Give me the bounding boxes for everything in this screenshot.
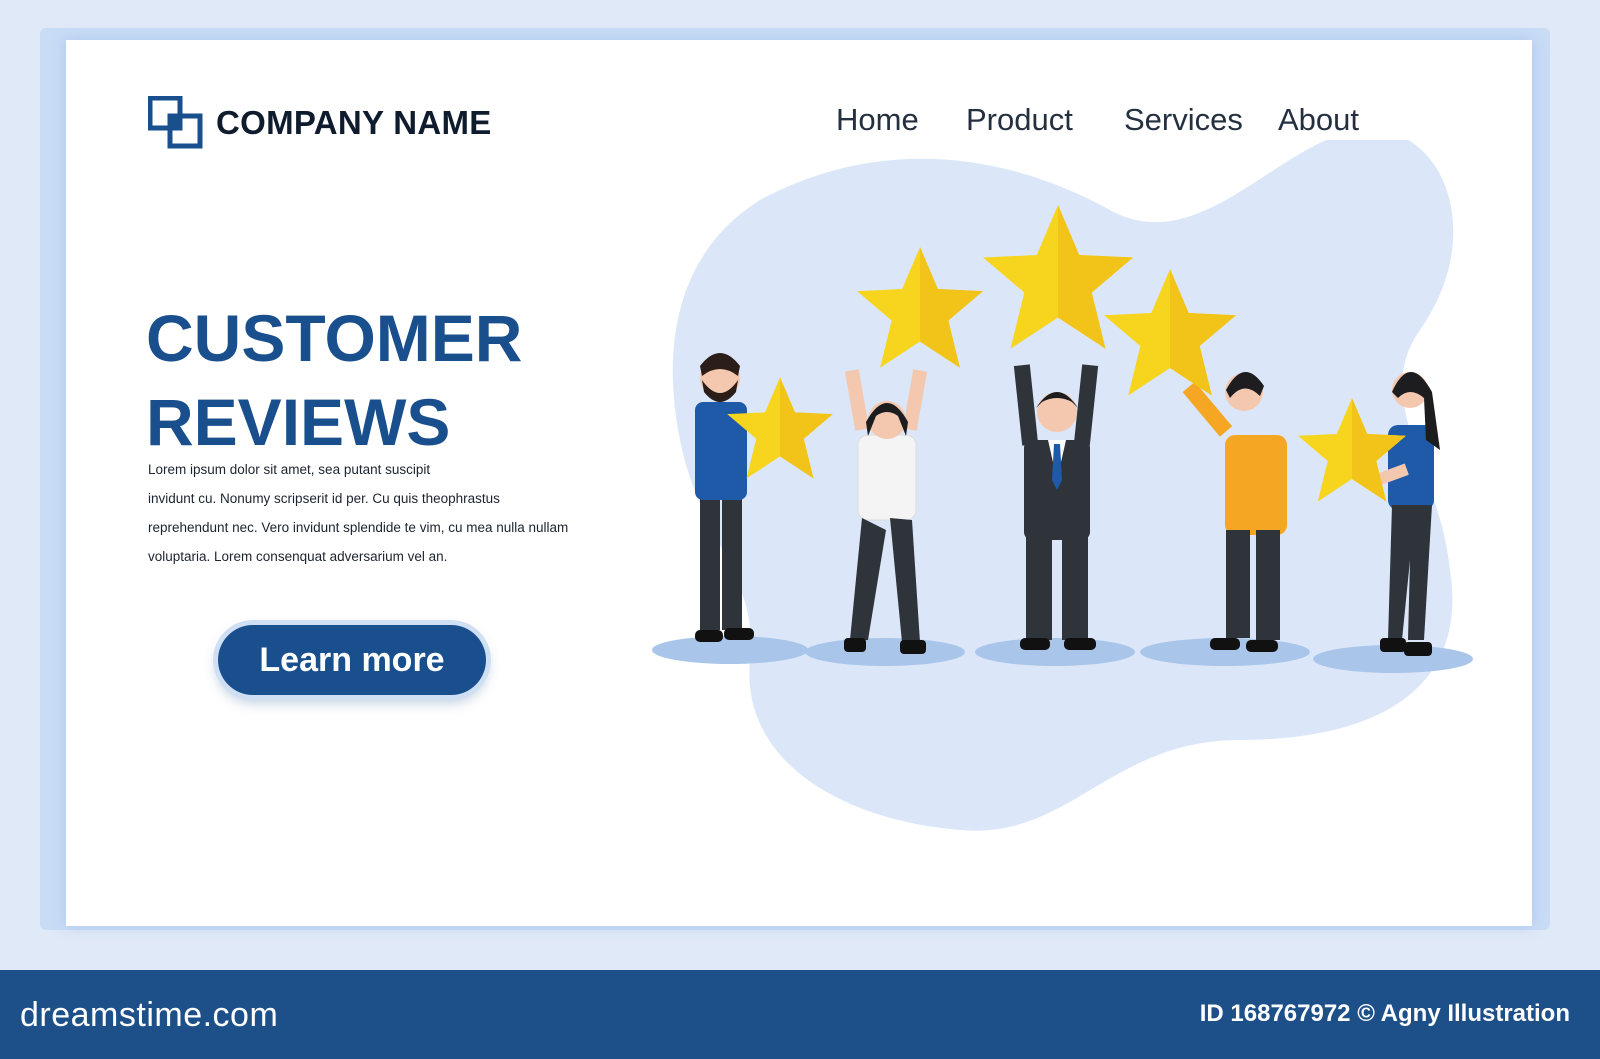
hero-body-line: voluptaria. Lorem consenquat adversarium… <box>148 549 448 564</box>
learn-more-button[interactable]: Learn more <box>218 625 486 695</box>
hero-title-line2: REVIEWS <box>146 385 451 459</box>
ground-shadow <box>652 636 808 664</box>
hero-body-line: reprehendunt nec. Vero invidunt splendid… <box>148 520 569 535</box>
hero-body-line: Lorem ipsum dolor sit amet, sea putant s… <box>148 462 431 477</box>
nav-about[interactable]: About <box>1278 102 1359 138</box>
ground-shadow <box>975 638 1135 666</box>
ground-shadow <box>805 638 965 666</box>
hero-body-line: invidunt cu. Nonumy scripserit id per. C… <box>148 491 500 506</box>
hero-title: CUSTOMER REVIEWS <box>146 296 522 464</box>
nav-home[interactable]: Home <box>836 102 919 138</box>
customer-reviews-illustration <box>652 140 1473 831</box>
hero-title-line1: CUSTOMER <box>146 301 523 375</box>
company-logo-icon[interactable] <box>148 96 204 150</box>
hero-description: Lorem ipsum dolor sit amet, sea putant s… <box>148 455 638 571</box>
nav-product[interactable]: Product <box>966 102 1073 138</box>
company-name[interactable]: COMPANY NAME <box>216 104 492 142</box>
nav-services[interactable]: Services <box>1124 102 1243 138</box>
footer-site-name: dreamstime.com <box>20 996 279 1034</box>
footer-credit: ID 168767972 © Agny Illustration <box>1199 1000 1570 1027</box>
